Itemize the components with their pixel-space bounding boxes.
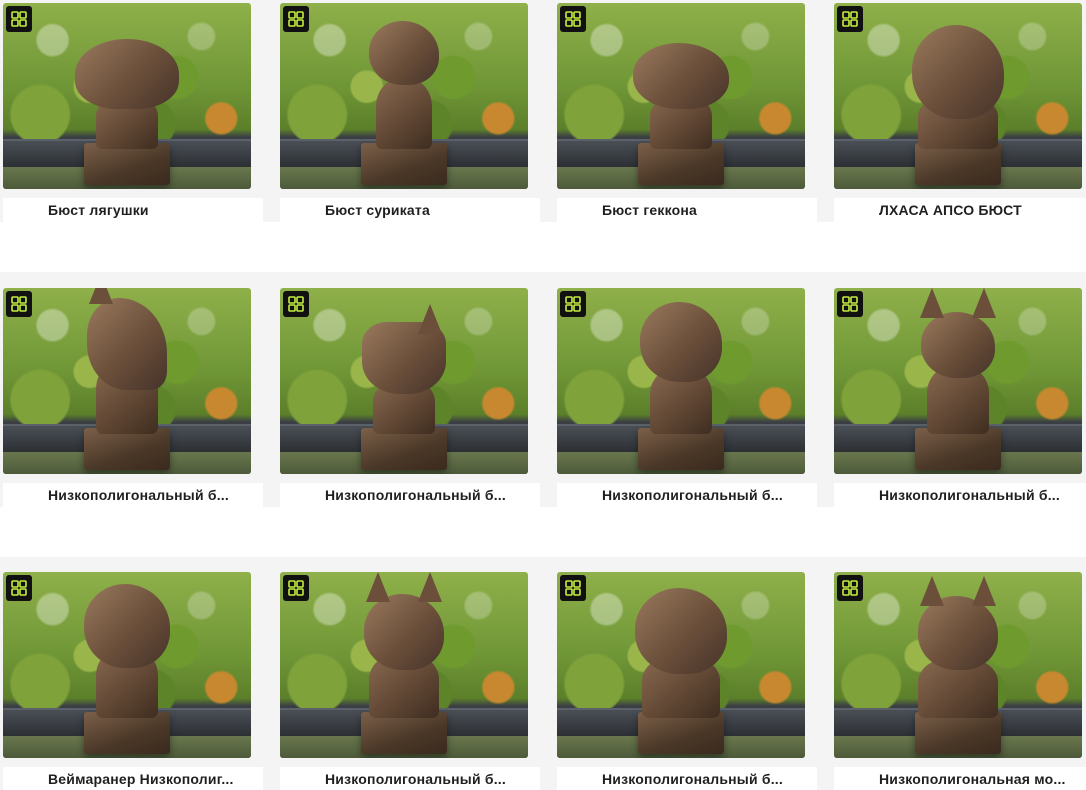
product-card[interactable]: Бюст геккона (557, 3, 817, 243)
product-title[interactable]: Низкополигональная мо... (879, 771, 1084, 787)
sculpture-base (915, 712, 1001, 754)
cube-grid-icon (283, 6, 309, 32)
sculpture-base (915, 143, 1001, 185)
product-title[interactable]: Низкополигональный б... (602, 771, 807, 787)
cube-grid-icon (283, 291, 309, 317)
product-thumbnail[interactable] (834, 3, 1082, 189)
product-title[interactable]: Низкополигональный б... (48, 487, 253, 503)
sculpture-base (361, 143, 447, 185)
product-card[interactable]: ЛХАСА АПСО БЮСТ (834, 3, 1086, 243)
sculpture-base (361, 428, 447, 470)
product-title[interactable]: Бюст суриката (325, 202, 530, 218)
product-thumbnail[interactable] (557, 3, 805, 189)
product-title[interactable]: Низкополигональный б... (325, 487, 530, 503)
sculpture-base (638, 143, 724, 185)
product-card[interactable]: Низкополигональный б... (834, 288, 1086, 528)
dog-head (640, 302, 722, 382)
product-card[interactable]: Бюст суриката (280, 3, 540, 243)
cube-grid-icon (837, 6, 863, 32)
cube-grid-icon (837, 291, 863, 317)
meerkat-head (369, 21, 439, 85)
product-thumbnail[interactable] (280, 3, 528, 189)
dragon-head (921, 312, 995, 378)
horse-head (87, 298, 167, 390)
product-card[interactable]: Низкополигональный б... (557, 572, 817, 790)
product-card[interactable]: Веймаранер Низкополиг... (3, 572, 263, 790)
product-title[interactable]: Низкополигональный б... (325, 771, 530, 787)
cube-grid-icon (283, 575, 309, 601)
cube-grid-icon (6, 6, 32, 32)
lhasa-apso-head (912, 25, 1004, 119)
product-card[interactable]: Низкополигональный б... (557, 288, 817, 528)
product-card[interactable]: Бюст лягушки (3, 3, 263, 243)
shih-tzu-head (635, 588, 727, 674)
sculpture-base (915, 428, 1001, 470)
cube-grid-icon (6, 575, 32, 601)
yorkie-head (918, 596, 998, 670)
product-title[interactable]: Бюст геккона (602, 202, 807, 218)
product-grid: Бюст лягушки Бюст суриката Бюст геккона … (0, 0, 1086, 790)
product-card[interactable]: Низкополигональный б... (280, 288, 540, 528)
sculpture-base (638, 712, 724, 754)
product-title[interactable]: ЛХАСА АПСО БЮСТ (879, 202, 1084, 218)
product-title[interactable]: Бюст лягушки (48, 202, 253, 218)
weimaraner-head (84, 584, 170, 668)
cube-grid-icon (560, 575, 586, 601)
cube-grid-icon (560, 291, 586, 317)
product-thumbnail[interactable] (280, 288, 528, 474)
product-thumbnail[interactable] (3, 3, 251, 189)
product-title[interactable]: Низкополигональный б... (602, 487, 807, 503)
cube-grid-icon (560, 6, 586, 32)
product-title[interactable]: Низкополигональный б... (879, 487, 1084, 503)
sculpture-base (84, 712, 170, 754)
wolf-head (364, 594, 444, 670)
cube-grid-icon (6, 291, 32, 317)
product-card[interactable]: Низкополигональная мо... (834, 572, 1086, 790)
product-thumbnail[interactable] (280, 572, 528, 758)
product-thumbnail[interactable] (3, 572, 251, 758)
product-card[interactable]: Низкополигональный б... (3, 288, 263, 528)
product-title[interactable]: Веймаранер Низкополиг... (48, 771, 253, 787)
frog-head (75, 39, 179, 109)
cube-grid-icon (837, 575, 863, 601)
sculpture-base (84, 143, 170, 185)
product-thumbnail[interactable] (557, 288, 805, 474)
product-thumbnail[interactable] (834, 572, 1082, 758)
gecko-head (633, 43, 729, 109)
sculpture-base (638, 428, 724, 470)
product-card[interactable]: Низкополигональный б... (280, 572, 540, 790)
product-thumbnail[interactable] (3, 288, 251, 474)
product-thumbnail[interactable] (557, 572, 805, 758)
sculpture-base (84, 428, 170, 470)
product-thumbnail[interactable] (834, 288, 1082, 474)
sculpture-base (361, 712, 447, 754)
